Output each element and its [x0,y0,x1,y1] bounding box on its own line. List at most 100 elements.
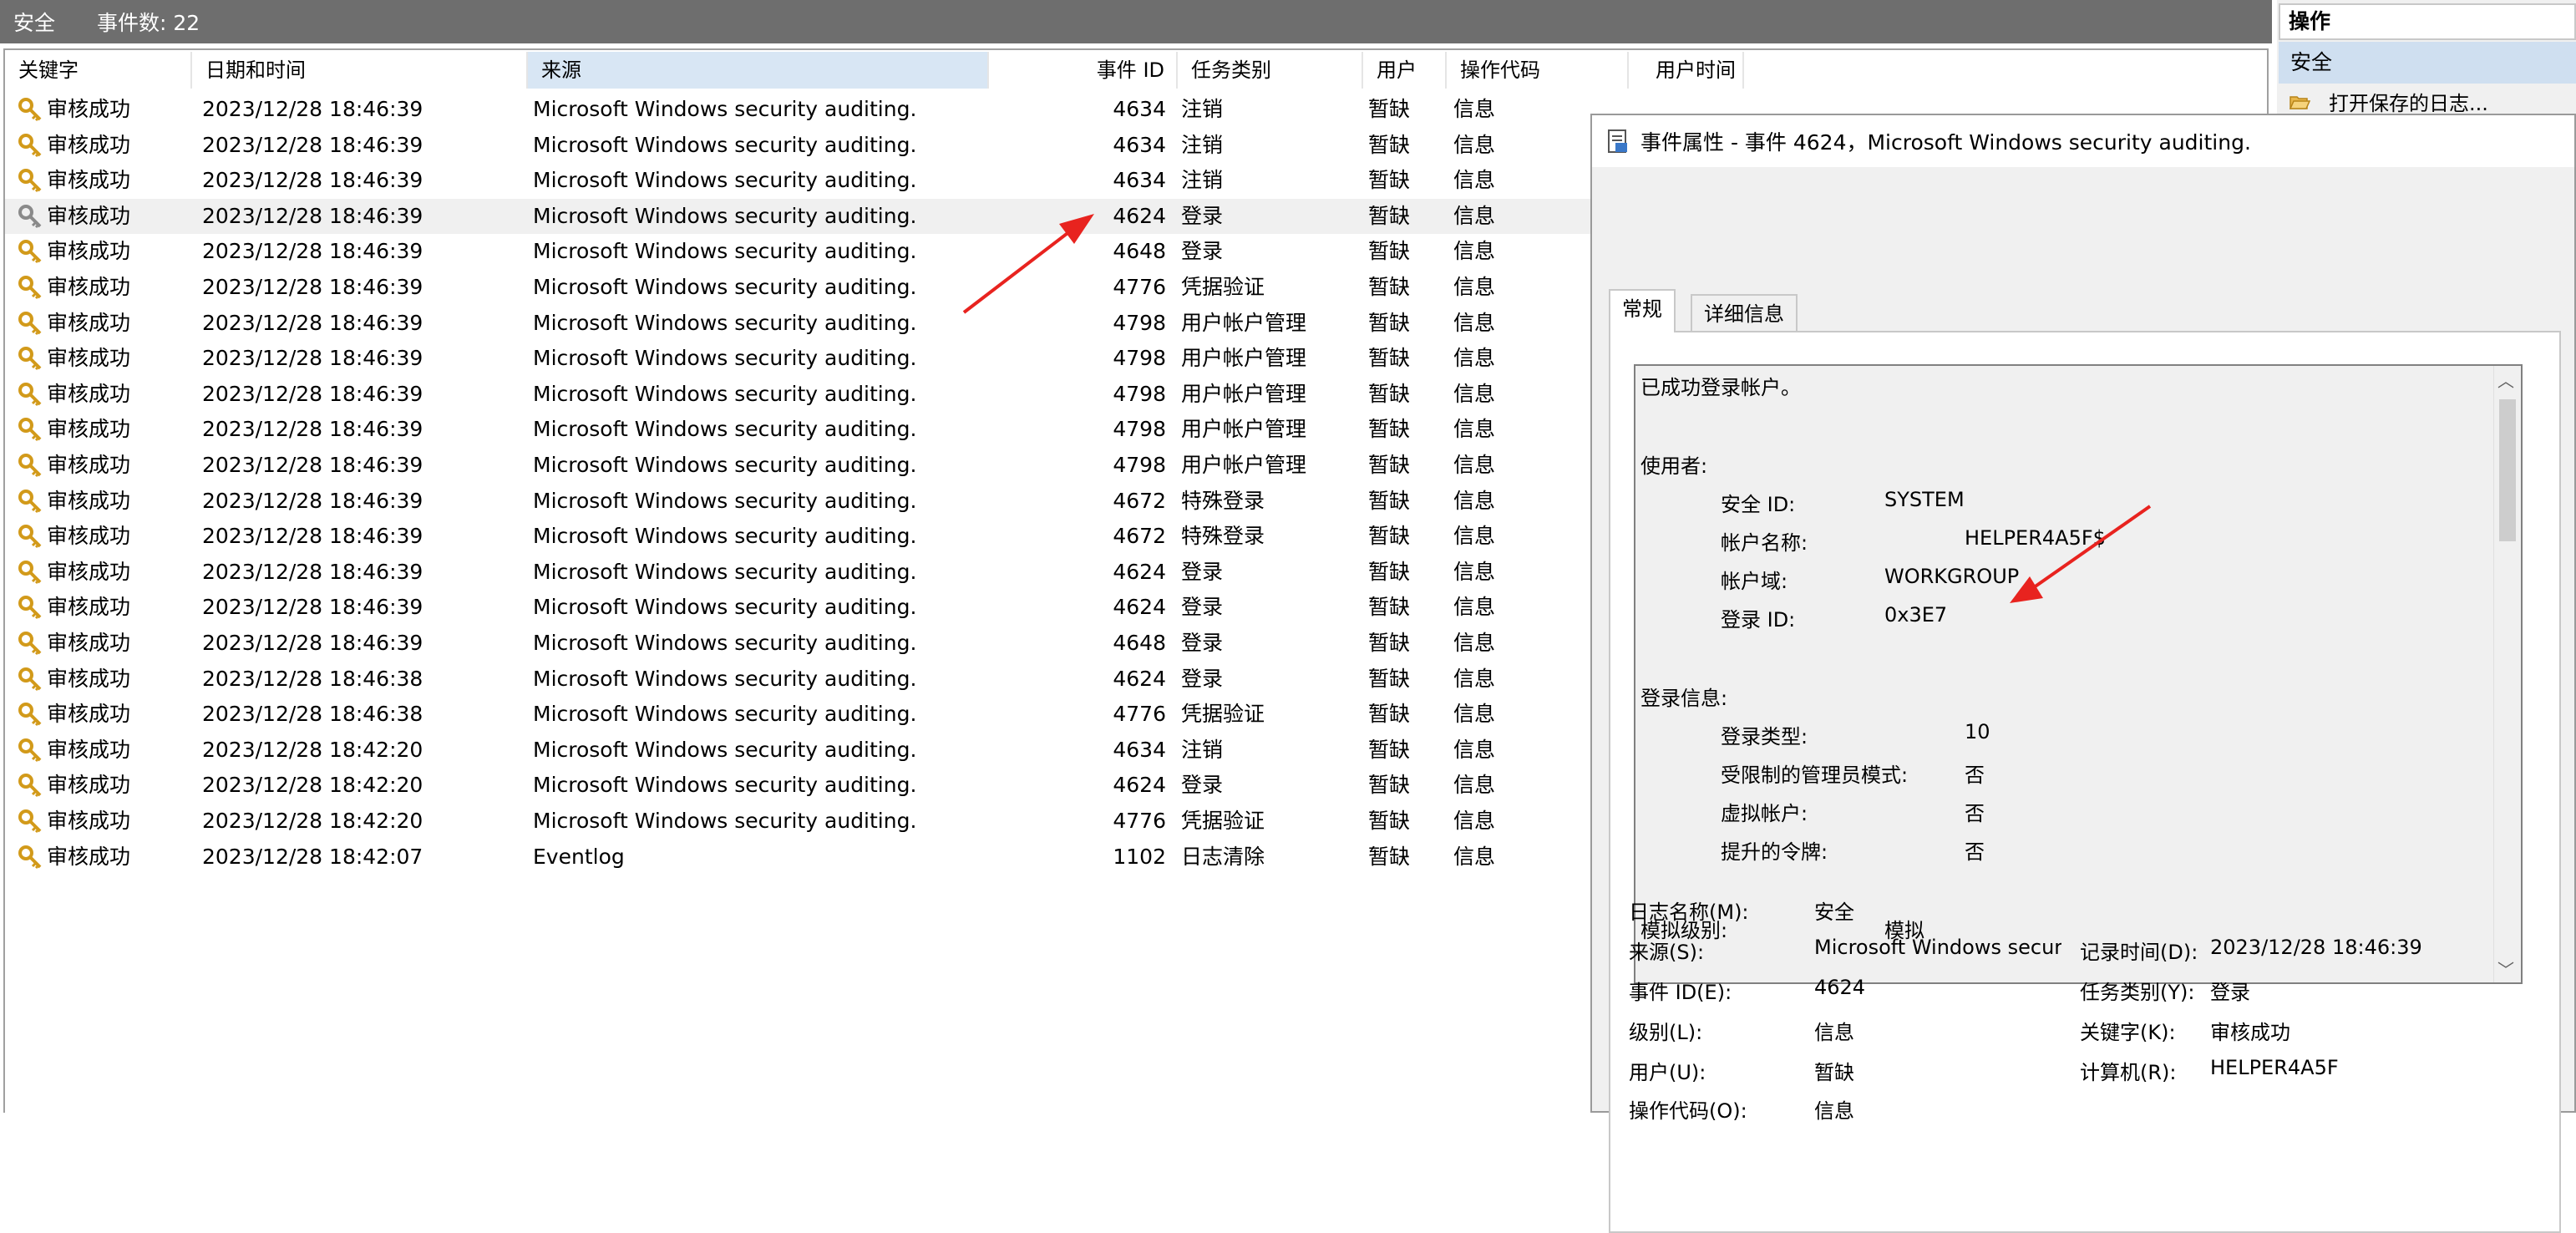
keyword-cell: 审核成功 [17,270,130,305]
account-name-value: HELPER4A5F$ [1965,526,2106,550]
keyword-cell: 审核成功 [17,840,130,875]
key-icon [18,311,42,335]
opcode-cell: 信息 [1453,168,1496,193]
datetime-cell: 2023/12/28 18:46:39 [202,132,423,157]
user-cell: 暂缺 [1368,809,1411,833]
column-header-keyword[interactable]: 关键字 [5,52,192,89]
event-id-cell: 4634 [1113,97,1166,121]
tab-general[interactable]: 常规 [1609,289,1676,332]
opcode-cell: 信息 [1453,773,1496,798]
user-cell: 暂缺 [1368,595,1411,620]
keyword-cell: 审核成功 [17,306,130,341]
event-id-cell: 4624 [1113,666,1166,691]
tab-details[interactable]: 详细信息 [1691,294,1798,332]
elevated-token-label: 提升的令牌: [1721,840,1828,864]
source-cell: Microsoft Windows security auditing. [533,381,917,406]
keyword-text: 审核成功 [47,381,131,406]
column-header-opcode[interactable]: 操作代码 [1447,52,1629,89]
column-header-row: 关键字 日期和时间 来源 事件 ID 任务类别 用户 操作代码 用户时间 [5,52,2267,89]
task-cell: 注销 [1181,737,1224,762]
logon-id-value: 0x3E7 [1884,603,1948,627]
logon-info-label: 登录信息: [1640,687,1728,710]
column-header-source[interactable]: 来源 [528,52,989,89]
keywords-value: 审核成功 [2210,1021,2290,1044]
keyword-cell: 审核成功 [17,199,130,234]
security-id-value: SYSTEM [1884,488,1965,511]
datetime-cell: 2023/12/28 18:46:39 [202,631,423,655]
source-value: Microsoft Windows securi [1814,936,2061,959]
keyword-text: 审核成功 [47,239,131,264]
datetime-cell: 2023/12/28 18:42:20 [202,773,423,798]
logged-label: 记录时间(D): [2080,941,2198,964]
datetime-cell: 2023/12/28 18:46:39 [202,310,423,335]
keyword-text: 审核成功 [47,417,131,442]
event-id-cell: 4672 [1113,488,1166,513]
event-id-cell: 4798 [1113,346,1166,371]
event-id-cell: 1102 [1113,844,1166,869]
opcode-cell: 信息 [1453,310,1496,335]
keyword-text: 审核成功 [47,844,131,869]
key-icon [18,560,42,584]
column-header-user[interactable]: 用户 [1363,52,1447,89]
keyword-cell: 审核成功 [17,768,130,803]
open-saved-log-action[interactable]: 打开保存的日志... [2289,87,2488,116]
event-id-cell: 4776 [1113,702,1166,727]
source-cell: Microsoft Windows security auditing. [533,773,917,798]
keyword-cell: 审核成功 [17,519,130,554]
user-cell: 暂缺 [1368,203,1411,228]
keyword-text: 审核成功 [47,595,131,620]
datetime-cell: 2023/12/28 18:46:38 [202,666,423,691]
event-id-cell: 4648 [1113,631,1166,655]
description-scrollbar[interactable]: ︿ ﹀ [2493,366,2521,982]
column-header-datetime[interactable]: 日期和时间 [192,52,528,89]
datetime-cell: 2023/12/28 18:46:39 [202,346,423,371]
virtual-account-value: 否 [1965,802,1985,825]
task-cell: 用户帐户管理 [1181,310,1307,335]
keyword-text: 审核成功 [47,809,131,833]
opcode-cell: 信息 [1453,97,1496,121]
source-cell: Microsoft Windows security auditing. [533,631,917,655]
scroll-up-icon[interactable]: ︿ [2497,368,2514,392]
opcode-cell: 信息 [1453,488,1496,513]
task-cell: 登录 [1181,559,1224,584]
column-header-user-time[interactable]: 用户时间 [1629,52,1744,89]
column-header-event-id[interactable]: 事件 ID [989,52,1178,89]
datetime-cell: 2023/12/28 18:46:39 [202,453,423,477]
keywords-label: 关键字(K): [2080,1021,2176,1044]
task-cell: 凭据验证 [1181,275,1265,299]
datetime-cell: 2023/12/28 18:46:39 [202,203,423,228]
column-header-task[interactable]: 任务类别 [1178,52,1363,89]
key-icon [18,347,42,371]
event-description-box[interactable]: 已成功登录帐户。 使用者: 安全 ID: SYSTEM 帐户名称: HELPER… [1634,364,2523,984]
event-id-cell: 4776 [1113,275,1166,299]
actions-section-security[interactable]: 安全 [2279,42,2576,84]
source-cell: Microsoft Windows security auditing. [533,488,917,513]
event-id-cell: 4624 [1113,559,1166,584]
level-value: 信息 [1814,1021,1854,1044]
opcode-cell: 信息 [1453,809,1496,833]
event-id-value: 4624 [1814,976,1866,999]
user-cell: 暂缺 [1368,773,1411,798]
computer-value: HELPER4A5F [2210,1056,2339,1079]
keyword-cell: 审核成功 [17,448,130,483]
open-saved-log-label: 打开保存的日志... [2329,92,2488,115]
keyword-cell: 审核成功 [17,804,130,839]
source-cell: Microsoft Windows security auditing. [533,737,917,762]
event-id-cell: 4634 [1113,168,1166,193]
scroll-down-icon[interactable]: ﹀ [2497,956,2514,981]
keyword-text: 审核成功 [47,631,131,655]
keyword-text: 审核成功 [47,702,131,727]
keyword-cell: 审核成功 [17,377,130,412]
keyword-cell: 审核成功 [17,163,130,198]
key-icon [18,454,42,478]
event-count: 事件数: 22 [97,11,200,35]
opcode-cell: 信息 [1453,275,1496,299]
key-icon [18,525,42,549]
user-cell: 暂缺 [1368,168,1411,193]
user-cell: 暂缺 [1368,844,1411,869]
keyword-cell: 审核成功 [17,697,130,732]
key-icon [18,204,42,228]
scrollbar-thumb[interactable] [2499,399,2516,541]
user-cell: 暂缺 [1368,524,1411,549]
source-cell: Microsoft Windows security auditing. [533,666,917,691]
